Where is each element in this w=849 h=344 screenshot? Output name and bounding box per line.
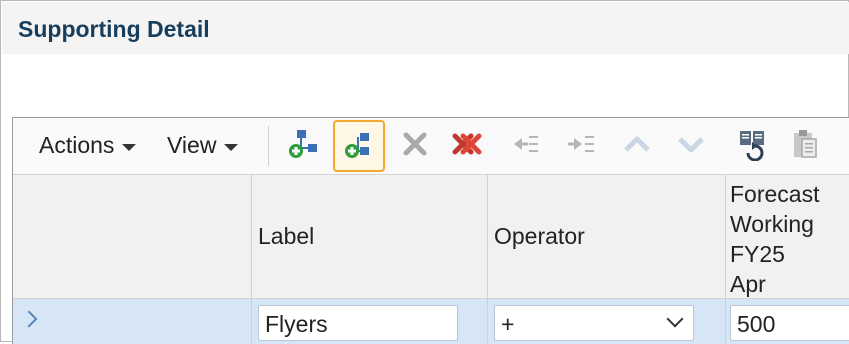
move-up-button[interactable] [619, 126, 655, 162]
chevron-down-icon [122, 144, 137, 151]
column-header-operator[interactable]: Operator [488, 175, 726, 299]
period-line-scenario: Forecast [730, 181, 820, 207]
chevron-down-icon [224, 144, 239, 151]
period-line-year: FY25 [730, 241, 785, 267]
delete-all-button[interactable] [449, 126, 485, 162]
column-header-operator-text: Operator [494, 223, 585, 249]
column-header-period[interactable]: Forecast Working FY25 Apr [726, 175, 849, 299]
view-menu-label: View [167, 132, 217, 158]
delete-all-icon [452, 133, 482, 155]
duplicate-icon [740, 131, 764, 161]
duplicate-button[interactable] [735, 126, 771, 162]
period-line-month: Apr [730, 271, 766, 297]
supporting-detail-dialog: Supporting Detail Actions View Label Ope… [0, 0, 849, 344]
operator-cell: + [488, 299, 726, 344]
delete-button[interactable] [397, 126, 433, 162]
view-menu[interactable]: View [167, 132, 239, 159]
move-down-icon [678, 137, 704, 153]
move-down-button[interactable] [673, 126, 709, 162]
outdent-button[interactable] [507, 126, 543, 162]
add-sibling-icon [345, 133, 369, 158]
chevron-right-icon[interactable] [20, 310, 38, 328]
add-sibling-button[interactable] [333, 120, 385, 172]
toolbar-separator [268, 126, 269, 166]
actions-menu[interactable]: Actions [39, 132, 137, 159]
paste-icon [794, 130, 817, 158]
dialog-header: Supporting Detail [2, 2, 849, 54]
operator-select-value: + [501, 311, 515, 337]
period-line-version: Working [730, 211, 814, 237]
header-row-selector [13, 175, 252, 299]
value-input[interactable]: 500 [730, 305, 849, 341]
chevron-down-icon [666, 310, 684, 328]
value-cell: 500 [726, 299, 849, 344]
column-header-label[interactable]: Label [252, 175, 488, 299]
dialog-title: Supporting Detail [18, 16, 210, 42]
supporting-detail-panel: Actions View Label Operator Forecast Wor… [12, 117, 849, 344]
delete-icon [403, 132, 427, 156]
add-child-icon [289, 130, 317, 158]
table-row[interactable]: Flyers + 500 [13, 299, 849, 344]
column-header-period-text: Forecast Working FY25 Apr [730, 179, 819, 299]
outdent-icon [514, 136, 538, 152]
paste-button[interactable] [787, 126, 823, 162]
indent-button[interactable] [563, 126, 599, 162]
indent-icon [568, 136, 594, 152]
label-input[interactable]: Flyers [258, 305, 458, 341]
add-child-button[interactable] [285, 126, 321, 162]
label-cell: Flyers [252, 299, 488, 344]
supporting-detail-grid: Label Operator Forecast Working FY25 Apr [13, 175, 849, 344]
move-up-icon [624, 136, 650, 152]
row-selector[interactable] [13, 299, 252, 344]
actions-menu-label: Actions [39, 132, 115, 158]
operator-select[interactable]: + [494, 305, 694, 341]
column-header-label-text: Label [258, 223, 315, 249]
toolbar: Actions View [13, 118, 849, 175]
